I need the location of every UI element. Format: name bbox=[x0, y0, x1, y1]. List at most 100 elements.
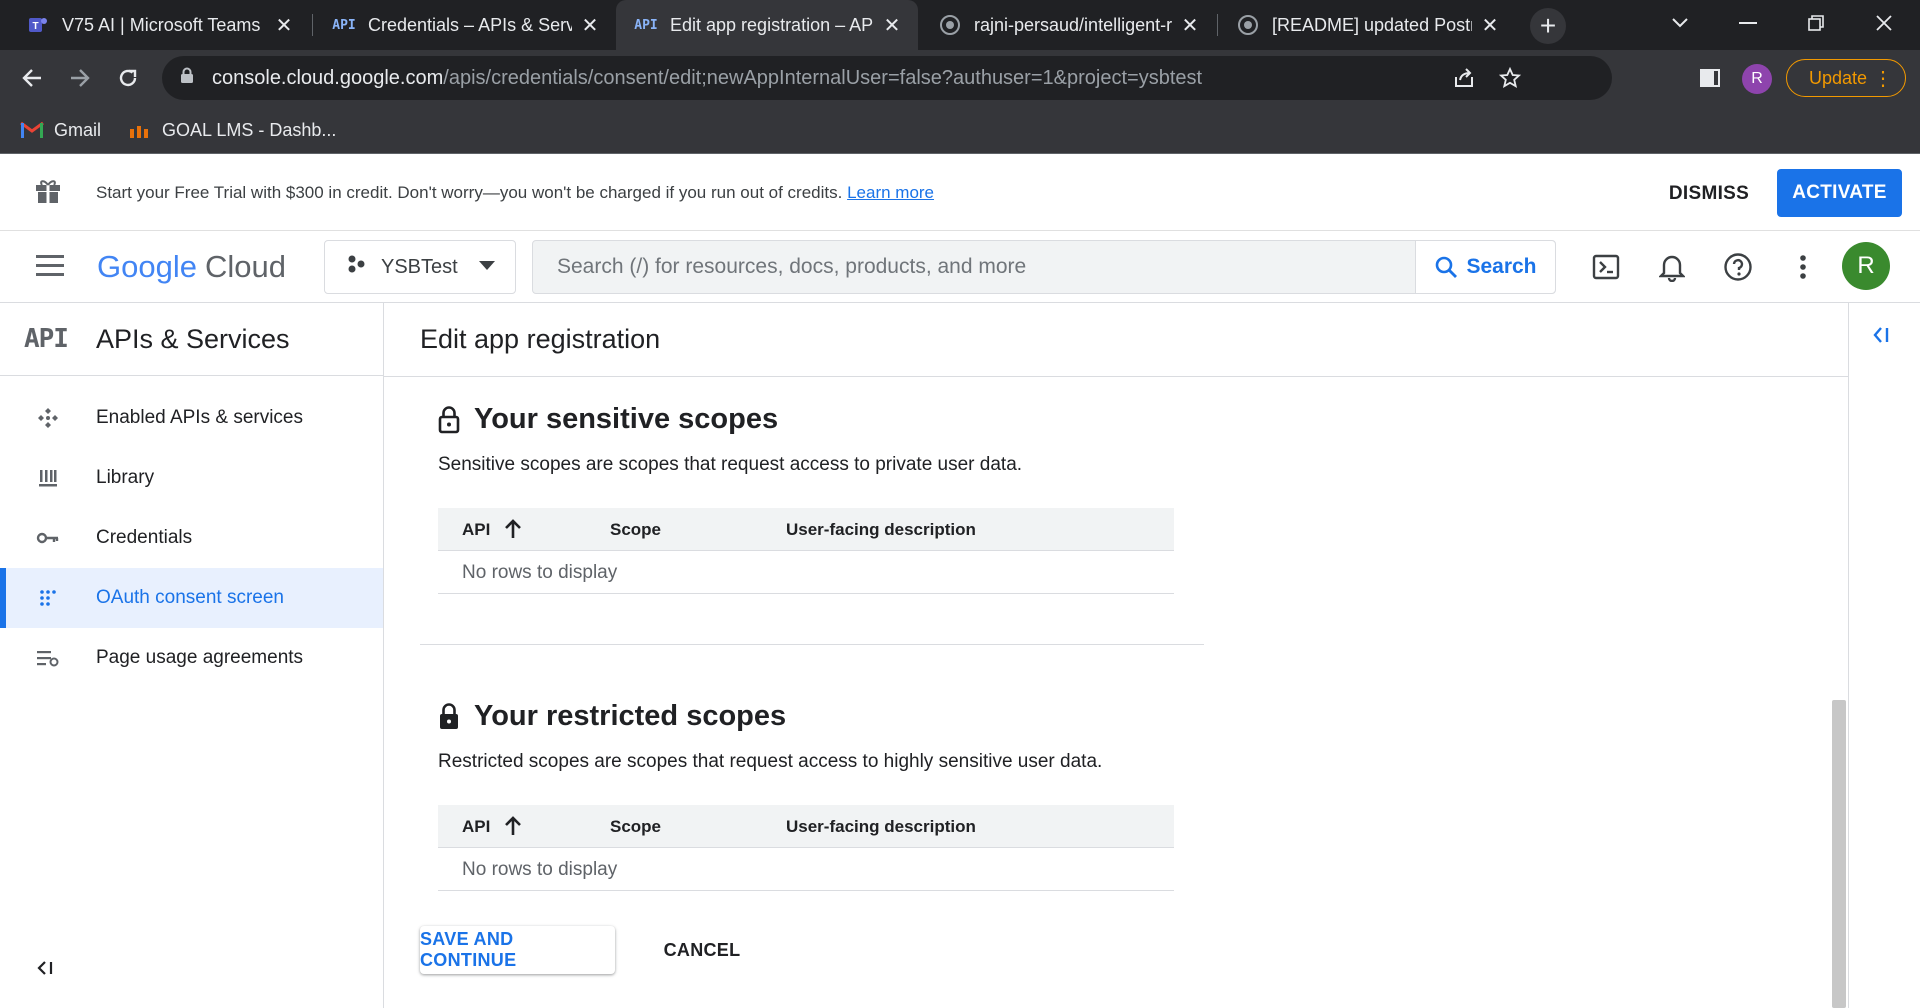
sidebar-item-enabled-apis[interactable]: Enabled APIs & services bbox=[0, 388, 383, 448]
browser-tab-github-intelligent[interactable]: rajni-persaud/intelligent-r ✕ bbox=[920, 0, 1216, 50]
sidebar-item-oauth-consent[interactable]: OAuth consent screen bbox=[0, 568, 383, 628]
lock-icon bbox=[438, 702, 462, 731]
bookmark-gmail[interactable]: Gmail bbox=[20, 114, 101, 146]
restore-icon[interactable] bbox=[1788, 0, 1844, 46]
restricted-scopes-table: API Scope User-facing description No row… bbox=[438, 805, 1174, 891]
sidebar-item-label: Page usage agreements bbox=[96, 647, 304, 668]
back-arrow-icon[interactable] bbox=[14, 60, 50, 96]
table-header: API Scope User-facing description bbox=[438, 508, 1174, 551]
empty-message: No rows to display bbox=[462, 859, 618, 880]
tab-separator bbox=[312, 14, 313, 36]
search-input[interactable]: Search (/) for resources, docs, products… bbox=[532, 240, 1556, 294]
lock-open-icon bbox=[438, 405, 462, 434]
sidebar-title: APIs & Services bbox=[96, 323, 290, 354]
close-icon[interactable]: ✕ bbox=[1178, 13, 1202, 37]
bookmark-goal-lms[interactable]: GOAL LMS - Dashb... bbox=[128, 114, 336, 146]
tab-title: V75 AI | Microsoft Teams bbox=[62, 14, 261, 35]
minimize-icon[interactable] bbox=[1720, 0, 1776, 46]
api-icon: API bbox=[332, 17, 356, 33]
tab-title: [README] updated Postm bbox=[1272, 14, 1472, 35]
api-logo: API bbox=[24, 324, 69, 354]
close-icon[interactable]: ✕ bbox=[1478, 13, 1502, 37]
forward-arrow-icon[interactable] bbox=[62, 60, 98, 96]
menu-icon[interactable] bbox=[36, 255, 64, 279]
close-icon[interactable]: ✕ bbox=[578, 13, 602, 37]
search-button-label: Search bbox=[1466, 255, 1537, 278]
browser-tab-edit-app-registration[interactable]: API Edit app registration – AP ✕ bbox=[616, 0, 918, 50]
table-empty-row: No rows to display bbox=[438, 551, 1174, 594]
cancel-button[interactable]: CANCEL bbox=[648, 926, 756, 974]
star-icon[interactable] bbox=[1498, 66, 1522, 90]
agreements-icon bbox=[36, 646, 60, 670]
main-scrollbar[interactable] bbox=[1832, 700, 1846, 1008]
column-header-api[interactable]: API bbox=[462, 817, 490, 837]
more-vert-icon[interactable] bbox=[1787, 251, 1819, 283]
sidebar-item-page-usage-agreements[interactable]: Page usage agreements bbox=[0, 628, 383, 688]
banner-message: Start your Free Trial with $300 in credi… bbox=[96, 183, 934, 203]
close-icon[interactable]: ✕ bbox=[272, 13, 296, 37]
heading-text: Your restricted scopes bbox=[474, 700, 787, 732]
library-icon bbox=[36, 466, 60, 490]
search-placeholder: Search (/) for resources, docs, products… bbox=[557, 255, 1027, 278]
close-icon[interactable]: ✕ bbox=[880, 13, 904, 37]
help-icon[interactable] bbox=[1722, 251, 1754, 283]
account-avatar[interactable]: R bbox=[1842, 242, 1890, 290]
address-bar[interactable]: console.cloud.google.com/apis/credential… bbox=[162, 56, 1612, 100]
browser-tab-bar: T V75 AI | Microsoft Teams ✕ API Credent… bbox=[0, 0, 1920, 50]
reload-icon[interactable] bbox=[110, 60, 146, 96]
expand-panel-icon[interactable] bbox=[1871, 325, 1891, 351]
page-header: Edit app registration bbox=[384, 303, 1848, 377]
key-icon bbox=[36, 526, 60, 550]
sidebar-item-label: Enabled APIs & services bbox=[96, 407, 303, 428]
sort-arrow-up-icon[interactable] bbox=[504, 518, 522, 545]
gmail-icon bbox=[20, 120, 44, 140]
url-path: /apis/credentials/consent/edit;newAppInt… bbox=[443, 66, 1203, 89]
browser-tab-teams[interactable]: T V75 AI | Microsoft Teams ✕ bbox=[8, 0, 310, 50]
search-button[interactable]: Search bbox=[1415, 241, 1555, 293]
browser-profile-avatar[interactable]: R bbox=[1742, 64, 1772, 94]
sidebar-item-credentials[interactable]: Credentials bbox=[0, 508, 383, 568]
share-icon[interactable] bbox=[1452, 66, 1476, 90]
oauth-icon bbox=[36, 586, 60, 610]
column-header-description: User-facing description bbox=[786, 520, 976, 539]
side-panel-icon[interactable] bbox=[1692, 60, 1728, 96]
bookmarks-bar: Gmail GOAL LMS - Dashb... bbox=[0, 106, 1920, 154]
sidebar-item-library[interactable]: Library bbox=[0, 448, 383, 508]
url-host: console.cloud.google.com bbox=[212, 66, 444, 89]
google-cloud-logo[interactable]: Google Cloud bbox=[97, 249, 286, 285]
table-empty-row: No rows to display bbox=[438, 848, 1174, 891]
sensitive-scopes-description: Sensitive scopes are scopes that request… bbox=[438, 454, 1023, 475]
column-header-api[interactable]: API bbox=[462, 520, 490, 540]
more-vert-icon: ⋮ bbox=[1873, 68, 1893, 90]
banner-text: Start your Free Trial with $300 in credi… bbox=[96, 183, 843, 202]
github-icon bbox=[1236, 13, 1260, 37]
activate-button[interactable]: ACTIVATE bbox=[1777, 169, 1902, 217]
project-icon bbox=[347, 254, 369, 280]
gift-icon bbox=[34, 177, 62, 205]
project-selector[interactable]: YSBTest bbox=[324, 240, 516, 294]
logo-google: Google bbox=[97, 249, 197, 284]
dismiss-button[interactable]: DISMISS bbox=[1658, 172, 1760, 216]
collapse-sidebar-icon[interactable] bbox=[36, 959, 54, 983]
teams-icon: T bbox=[26, 13, 50, 37]
tab-search-chevron-icon[interactable] bbox=[1652, 0, 1708, 46]
learn-more-link[interactable]: Learn more bbox=[847, 183, 934, 202]
save-and-continue-button[interactable]: SAVE AND CONTINUE bbox=[420, 926, 615, 974]
section-divider bbox=[420, 644, 1204, 645]
browser-tab-credentials[interactable]: API Credentials – APIs & Servi ✕ bbox=[314, 0, 616, 50]
new-tab-button[interactable]: + bbox=[1530, 8, 1566, 44]
table-header: API Scope User-facing description bbox=[438, 805, 1174, 848]
restricted-scopes-description: Restricted scopes are scopes that reques… bbox=[438, 751, 1103, 772]
empty-message: No rows to display bbox=[462, 562, 618, 583]
browser-tab-github-readme[interactable]: [README] updated Postm ✕ bbox=[1218, 0, 1516, 50]
notifications-bell-icon[interactable] bbox=[1656, 251, 1688, 283]
cloud-shell-icon[interactable] bbox=[1590, 251, 1622, 283]
lock-icon bbox=[180, 67, 200, 89]
sensitive-scopes-section: Your sensitive scopes Sensitive scopes a… bbox=[438, 403, 1198, 594]
bookmark-label: GOAL LMS - Dashb... bbox=[162, 119, 337, 140]
sort-arrow-up-icon[interactable] bbox=[504, 815, 522, 842]
update-button[interactable]: Update ⋮ bbox=[1786, 59, 1906, 97]
column-header-scope: Scope bbox=[610, 817, 662, 836]
window-close-icon[interactable] bbox=[1856, 0, 1912, 46]
column-header-description: User-facing description bbox=[786, 817, 976, 836]
